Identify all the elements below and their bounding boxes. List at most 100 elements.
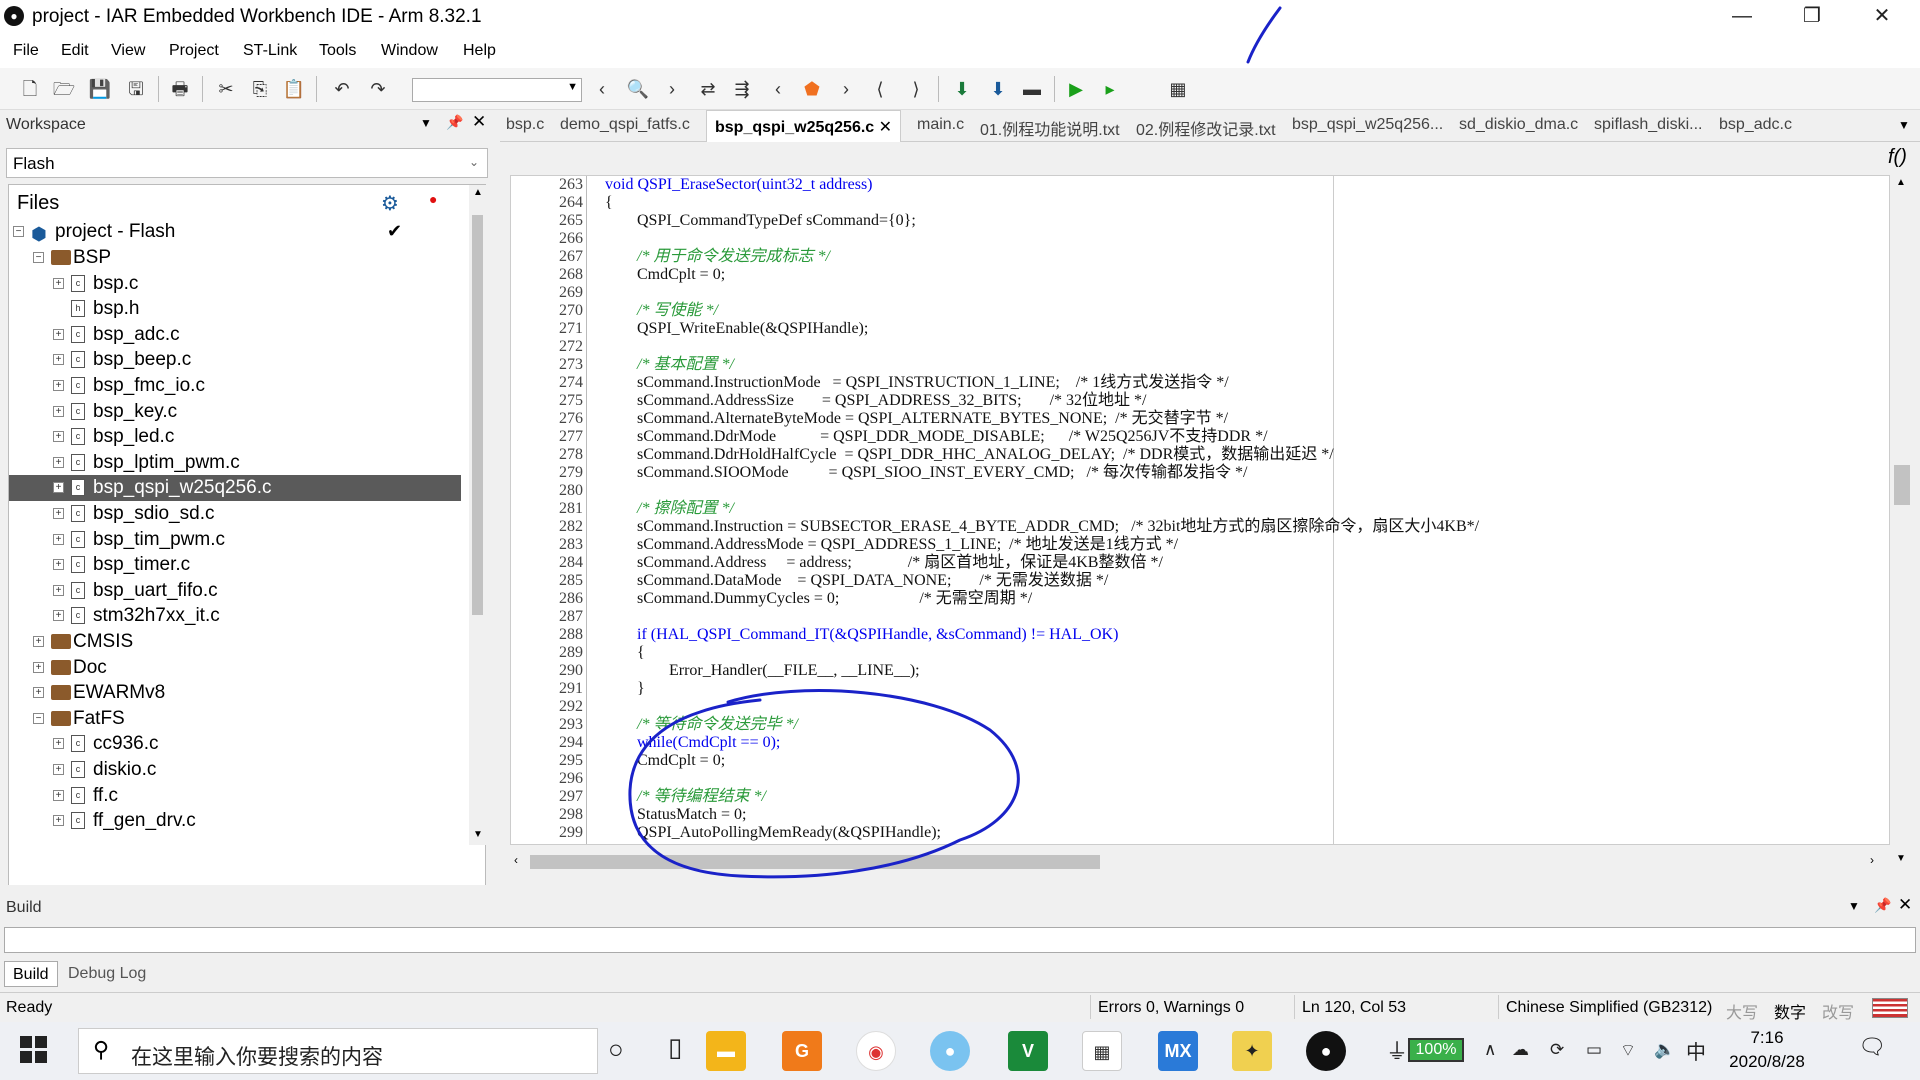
project-icon[interactable]: ▦ [1166,77,1190,101]
next-bookmark-icon[interactable]: › [834,77,858,101]
find-combo[interactable]: ▼ [412,78,582,102]
scroll-thumb[interactable] [472,215,483,615]
tree-file[interactable]: + c cc936.c [9,731,461,757]
iar-taskbar-icon[interactable]: ● [1306,1031,1346,1071]
editor-tab[interactable]: sd_diskio_dma.c [1459,116,1578,134]
collapse-icon[interactable]: − [33,252,44,263]
save-all-icon[interactable]: 🖫 [124,77,148,101]
function-navigator-icon[interactable]: f() [1888,146,1907,169]
tree-file[interactable]: + c bsp_fmc_io.c [9,373,461,399]
editor-vscroll[interactable]: ▲ ▼ [1890,175,1914,864]
prev-marker-icon[interactable]: ⟨ [868,77,892,101]
restore-button[interactable]: ❐ [1782,0,1842,34]
tree-file[interactable]: + c bsp_adc.c [9,322,461,348]
tree-file[interactable]: + c bsp.c [9,271,461,297]
expand-icon[interactable]: + [53,738,64,750]
go-to-icon[interactable]: ⇄ [696,77,720,101]
pin-icon[interactable]: 📌 [446,114,463,131]
compile-icon[interactable]: ⬇ [950,77,974,101]
editor-tab[interactable]: bsp_adc.c [1719,116,1792,134]
tree-file[interactable]: + c ff_gen_drv.c [9,808,461,834]
tree-file[interactable]: + c ff.c [9,783,461,809]
minimize-button[interactable]: — [1712,0,1772,34]
scroll-right-icon[interactable]: › [1870,853,1874,867]
expand-icon[interactable]: + [53,431,64,443]
chevron-down-icon[interactable]: ▼ [1898,118,1910,132]
cortana-icon[interactable]: ○ [608,1034,624,1065]
make-icon[interactable]: ⬇ [986,77,1010,101]
print-icon[interactable]: 🖶 [168,77,192,101]
editor-tab[interactable]: bsp_qspi_w25q256.c ✕ [706,110,902,142]
cut-icon[interactable]: ✂ [214,77,238,101]
menu-stlink[interactable]: ST-Link [243,42,297,60]
code-view[interactable]: 263 void QSPI_EraseSector(uint32_t addres… [510,175,1890,845]
scroll-down-icon[interactable]: ▼ [1896,853,1906,864]
chevron-down-icon[interactable]: ▼ [420,116,432,130]
editor-hscroll[interactable]: ‹ › [510,850,1890,872]
tree-file[interactable]: + c bsp_lptim_pwm.c [9,450,461,476]
expand-icon[interactable]: + [53,508,64,519]
expand-icon[interactable]: + [53,354,64,366]
expand-icon[interactable]: + [53,559,64,571]
undo-icon[interactable]: ↶ [330,77,354,101]
tree-file[interactable]: + c bsp_qspi_w25q256.c [9,475,461,501]
notification-icon[interactable]: 🗨 [1858,1034,1886,1060]
next-marker-icon[interactable]: ⟩ [904,77,928,101]
editor-tab[interactable]: demo_qspi_fatfs.c [560,116,690,134]
task-view-icon[interactable]: ▯ [668,1032,682,1063]
tree-file[interactable]: + c bsp_timer.c [9,552,461,578]
battery-tray-icon[interactable]: ▭ [1586,1040,1602,1060]
configuration-select[interactable]: Flash ⌄ [6,148,488,178]
menu-file[interactable]: File [13,42,39,60]
expand-icon[interactable]: + [53,405,64,417]
expand-icon[interactable]: + [53,380,64,391]
tree-folder[interactable]: + Doc [9,655,461,681]
tree-file[interactable]: + c stm32h7xx_it.c [9,603,461,629]
menu-window[interactable]: Window [381,42,438,60]
close-icon[interactable]: ✕ [1898,895,1912,915]
expand-icon[interactable]: + [53,610,64,622]
new-file-icon[interactable]: 🗋 [18,77,42,101]
tree-file[interactable]: + c bsp_key.c [9,399,461,425]
paste-icon[interactable]: 📋 [282,77,306,101]
download-debug-icon[interactable]: ▶ [1064,77,1088,101]
tree-folder[interactable]: + EWARMv8 [9,680,461,706]
tab-build[interactable]: Build [4,961,58,987]
wifi-icon[interactable]: ⌔ [1620,1040,1636,1061]
scroll-thumb[interactable] [530,855,1100,869]
expand-icon[interactable]: + [53,482,64,494]
close-icon[interactable]: ✕ [472,112,486,132]
debug-no-download-icon[interactable]: ▸ [1098,77,1122,101]
menu-view[interactable]: View [111,42,145,60]
tree-folder[interactable]: − BSP [9,245,461,271]
tab-debug-log[interactable]: Debug Log [68,965,146,983]
toggle-bookmark-icon[interactable]: ⇶ [730,77,754,101]
menu-project[interactable]: Project [169,42,219,60]
menu-tools[interactable]: Tools [319,42,356,60]
tree-file[interactable]: + c bsp_sdio_sd.c [9,501,461,527]
save-icon[interactable]: 💾 [88,77,112,101]
nav-back-icon[interactable]: ‹ [590,77,614,101]
duck-app-icon[interactable]: ✦ [1232,1031,1272,1071]
chevron-down-icon[interactable]: ▼ [1848,899,1860,913]
search-icon[interactable]: 🔍 [626,77,650,101]
close-button[interactable]: ✕ [1852,0,1912,34]
prev-bookmark-icon[interactable]: ‹ [766,77,790,101]
editor-tab[interactable]: main.c [917,116,964,134]
menu-edit[interactable]: Edit [61,42,89,60]
expand-icon[interactable]: + [53,328,64,340]
expand-icon[interactable]: + [53,277,64,289]
close-icon[interactable]: ✕ [874,119,892,136]
clock[interactable]: 7:16 2020/8/28 [1722,1026,1812,1074]
expand-icon[interactable]: + [33,687,44,699]
expand-icon[interactable]: + [53,815,64,827]
sync-icon[interactable]: ⟳ [1550,1040,1564,1060]
scroll-left-icon[interactable]: ‹ [514,853,518,867]
onedrive-icon[interactable]: ☁ [1512,1040,1529,1060]
tree-scrollbar[interactable]: ▲ ▼ [469,185,486,845]
editor-tab[interactable]: bsp.c [506,116,544,134]
nav-forward-icon[interactable]: › [660,77,684,101]
tree-file[interactable]: + c bsp_tim_pwm.c [9,527,461,553]
scroll-up-icon[interactable]: ▲ [473,187,483,198]
ime-indicator[interactable]: 中 [1686,1036,1706,1065]
